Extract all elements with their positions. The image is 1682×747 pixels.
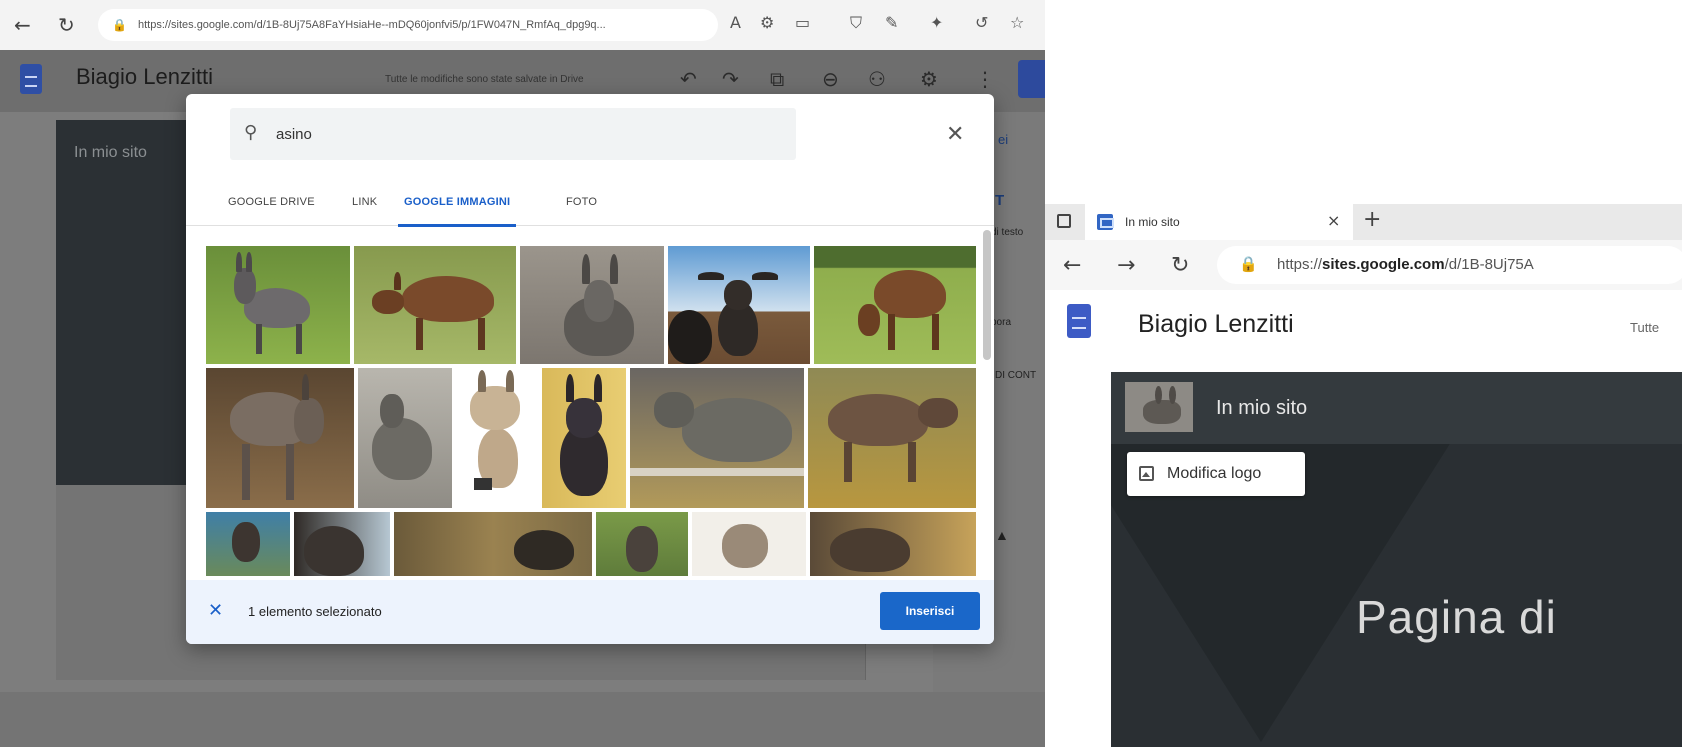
refresh-icon[interactable]: ↻ bbox=[1171, 253, 1189, 278]
insert-button[interactable]: Inserisci bbox=[880, 592, 980, 630]
url-path: /d/1B-8Uj75A bbox=[1444, 256, 1534, 273]
address-bar[interactable]: 🔒 https://sites.google.com/d/1B-8Uj75A8F… bbox=[98, 9, 718, 41]
image-result[interactable] bbox=[810, 512, 976, 576]
puzzle-icon[interactable]: ✦ bbox=[930, 13, 943, 32]
page-title[interactable]: Pagina di bbox=[1356, 590, 1557, 644]
site-canvas: In mio sito Modifica logo Pagina di bbox=[1111, 372, 1682, 747]
preview-icon[interactable]: ⧉ bbox=[770, 67, 784, 91]
image-layout-icon[interactable]: ▲ bbox=[995, 527, 1009, 543]
tab-photos[interactable]: FOTO bbox=[566, 196, 597, 208]
image-search-box: ⚲ bbox=[230, 108, 796, 160]
site-header-text: In mio sito bbox=[74, 144, 147, 161]
image-result[interactable] bbox=[668, 246, 810, 364]
lock-icon: 🔒 bbox=[1239, 256, 1258, 273]
browser-navbar: ← → ↻ 🔒 https://sites.google.com/d/1B-8U… bbox=[1045, 240, 1682, 290]
edit-logo-button[interactable]: Modifica logo bbox=[1127, 452, 1305, 496]
image-result-selected[interactable] bbox=[520, 246, 664, 364]
browser-tab[interactable]: In mio sito × bbox=[1085, 204, 1353, 240]
search-icon: ⚲ bbox=[244, 122, 258, 143]
site-logo[interactable] bbox=[1125, 382, 1193, 432]
share-icon[interactable]: ⚇ bbox=[868, 67, 886, 91]
tab-google-drive[interactable]: GOOGLE DRIVE bbox=[228, 196, 315, 208]
refresh-icon[interactable]: ↻ bbox=[58, 13, 75, 37]
settings-icon[interactable]: ⚙ bbox=[920, 67, 938, 91]
text-box-icon[interactable]: T bbox=[995, 192, 1004, 209]
left-screenshot: ← ↻ 🔒 https://sites.google.com/d/1B-8Uj7… bbox=[0, 0, 1045, 747]
save-status: Tutte bbox=[1630, 320, 1660, 335]
read-aloud-icon[interactable]: A bbox=[730, 13, 741, 32]
image-result[interactable] bbox=[630, 368, 804, 508]
panel-tab[interactable]: ei bbox=[998, 132, 1008, 147]
shield-icon[interactable]: ⛉ bbox=[850, 13, 862, 33]
image-result[interactable] bbox=[358, 368, 452, 508]
address-bar[interactable]: 🔒 https://sites.google.com/d/1B-8Uj75A bbox=[1217, 246, 1682, 284]
url-prefix: https:// bbox=[1277, 256, 1323, 273]
image-result[interactable] bbox=[206, 512, 290, 576]
image-result[interactable] bbox=[294, 512, 390, 576]
back-arrow-icon[interactable]: ← bbox=[14, 13, 31, 37]
site-title[interactable]: Biagio Lenzitti bbox=[1138, 310, 1294, 339]
image-icon bbox=[1139, 466, 1154, 481]
clear-selection-icon[interactable]: ✕ bbox=[208, 600, 223, 621]
forward-arrow-icon[interactable]: → bbox=[1117, 253, 1135, 278]
image-result[interactable] bbox=[456, 368, 540, 508]
site-header-preview: In mio sito bbox=[56, 120, 186, 485]
tab-google-images[interactable]: GOOGLE IMMAGINI bbox=[397, 196, 517, 227]
browser-toolbar: ← ↻ 🔒 https://sites.google.com/d/1B-8Uj7… bbox=[0, 0, 1045, 50]
image-result[interactable] bbox=[394, 512, 592, 576]
image-result[interactable] bbox=[542, 368, 626, 508]
search-input[interactable] bbox=[276, 121, 756, 147]
back-arrow-icon[interactable]: ← bbox=[1063, 253, 1081, 278]
url-domain: sites.google.com bbox=[1322, 256, 1445, 273]
save-status: Tutte le modifiche sono state salvate in… bbox=[385, 74, 584, 85]
right-screenshot: In mio sito × + ← → ↻ 🔒 https://sites.go… bbox=[1045, 0, 1682, 747]
insert-image-dialog: ⚲ ✕ GOOGLE DRIVE LINK GOOGLE IMMAGINI FO… bbox=[186, 94, 994, 644]
source-tabs: GOOGLE DRIVE LINK GOOGLE IMMAGINI FOTO bbox=[186, 184, 994, 227]
results-scrollbar[interactable] bbox=[983, 230, 991, 360]
image-result[interactable] bbox=[814, 246, 976, 364]
new-tab-icon[interactable]: + bbox=[1363, 207, 1381, 232]
lock-icon: 🔒 bbox=[112, 18, 127, 32]
site-name[interactable]: In mio sito bbox=[1216, 397, 1307, 420]
image-result[interactable] bbox=[692, 512, 806, 576]
image-result[interactable] bbox=[808, 368, 976, 508]
redo-icon[interactable]: ↷ bbox=[722, 67, 739, 91]
sites-editor-bar: Biagio Lenzitti Tutte bbox=[1045, 290, 1682, 366]
tab-link[interactable]: LINK bbox=[352, 196, 377, 208]
url-text: https://sites.google.com/d/1B-8Uj75A8FaY… bbox=[138, 19, 606, 31]
tab-title: In mio sito bbox=[1125, 215, 1180, 229]
extension-icon[interactable]: ⚙ bbox=[760, 13, 774, 32]
site-title[interactable]: Biagio Lenzitti bbox=[76, 64, 213, 90]
image-result[interactable] bbox=[354, 246, 516, 364]
tab-actions-icon[interactable] bbox=[1057, 214, 1071, 228]
favorites-icon[interactable]: ☆ bbox=[1010, 13, 1024, 32]
google-sites-logo-icon bbox=[1067, 304, 1091, 338]
image-results-grid bbox=[206, 246, 976, 576]
selection-footer: ✕ 1 elemento selezionato Inserisci bbox=[186, 580, 994, 644]
image-result[interactable] bbox=[596, 512, 688, 576]
edit-logo-label: Modifica logo bbox=[1167, 465, 1262, 482]
image-result[interactable] bbox=[206, 368, 354, 508]
sync-icon[interactable]: ↺ bbox=[975, 13, 988, 32]
content-label[interactable]: DI CONT bbox=[995, 370, 1036, 381]
google-sites-logo-icon bbox=[20, 64, 42, 94]
browser-tab-strip: In mio sito × + bbox=[1045, 204, 1682, 240]
more-icon[interactable]: ⋮ bbox=[975, 67, 995, 91]
embed-label[interactable]: pora bbox=[991, 317, 1011, 328]
feather-icon[interactable]: ✎ bbox=[885, 13, 898, 32]
publish-button[interactable] bbox=[1018, 60, 1045, 98]
bottom-strip bbox=[0, 692, 1045, 747]
site-header: In mio sito bbox=[1111, 372, 1682, 444]
google-sites-favicon-icon bbox=[1097, 214, 1114, 230]
selection-count: 1 elemento selezionato bbox=[248, 604, 382, 619]
close-icon[interactable]: ✕ bbox=[946, 122, 964, 147]
undo-icon[interactable]: ↶ bbox=[680, 67, 697, 91]
text-box-label[interactable]: di testo bbox=[991, 227, 1023, 238]
image-result[interactable] bbox=[206, 246, 350, 364]
close-tab-icon[interactable]: × bbox=[1327, 211, 1340, 230]
tab-icon[interactable]: ▭ bbox=[795, 13, 810, 32]
link-icon[interactable]: ⊖ bbox=[822, 67, 839, 91]
